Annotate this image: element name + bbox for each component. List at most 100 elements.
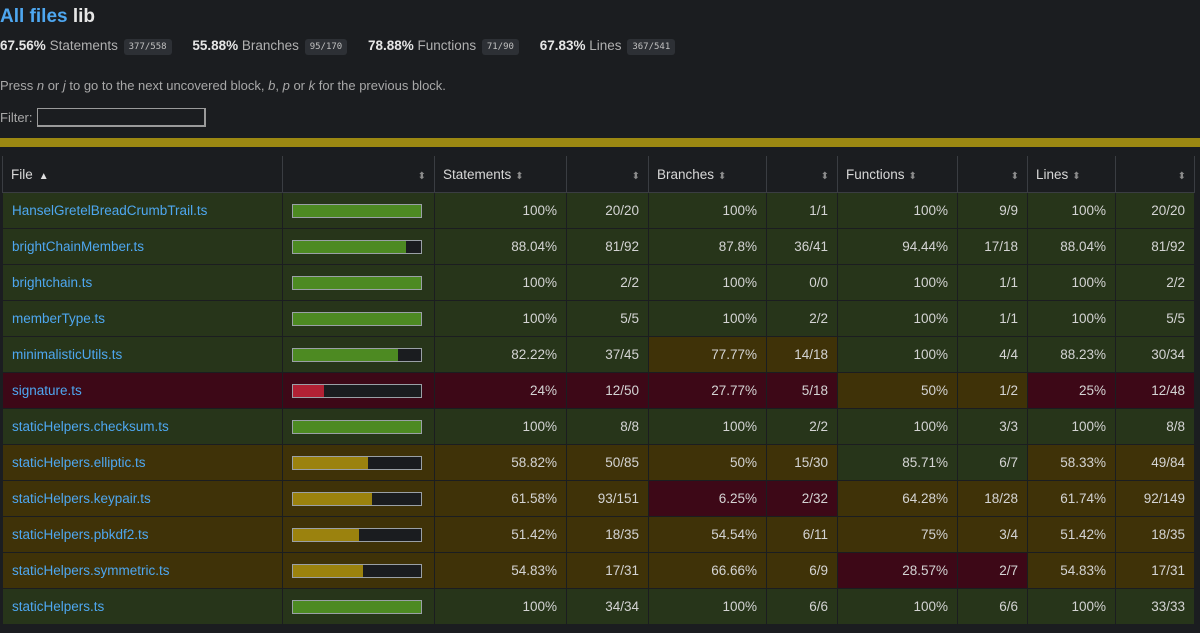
file-cell: signature.ts	[2, 372, 283, 409]
coverage-bar	[292, 599, 422, 614]
functions-fraction: 4/4	[957, 336, 1028, 373]
summary-functions-pct: 78.88%	[367, 38, 414, 53]
file-link[interactable]: signature.ts	[12, 383, 82, 398]
sort-icon: ⬍	[820, 170, 829, 182]
keyboard-hint: Press n or j to go to the next uncovered…	[0, 78, 446, 93]
summary-functions: 78.88% Functions 71/90	[368, 38, 519, 55]
header-functions[interactable]: Functions ⬍	[837, 156, 958, 193]
coverage-bar	[292, 527, 422, 542]
coverage-bar-fill	[293, 384, 324, 397]
lines-fraction: 8/8	[1115, 408, 1195, 445]
branches-pct: 6.25%	[648, 480, 767, 517]
sort-icon: ⬍	[1072, 170, 1081, 182]
summary-branches-fraction: 95/170	[304, 39, 348, 55]
file-link[interactable]: staticHelpers.checksum.ts	[12, 419, 169, 434]
functions-pct: 75%	[837, 516, 958, 553]
table-row: staticHelpers.elliptic.ts 58.82% 50/85 50% 1…	[2, 444, 1195, 481]
statements-pct: 88.04%	[434, 228, 567, 265]
branches-fraction: 0/0	[766, 264, 838, 301]
functions-pct: 100%	[837, 192, 958, 229]
file-cell: staticHelpers.elliptic.ts	[2, 444, 283, 481]
summary-functions-label: Functions	[417, 38, 477, 53]
lines-fraction: 5/5	[1115, 300, 1195, 337]
file-cell: staticHelpers.keypair.ts	[2, 480, 283, 517]
header-lines[interactable]: Lines ⬍	[1027, 156, 1116, 193]
file-link[interactable]: staticHelpers.keypair.ts	[12, 491, 151, 506]
summary-statements-fraction: 377/558	[123, 39, 172, 55]
branches-pct: 100%	[648, 408, 767, 445]
lines-fraction: 49/84	[1115, 444, 1195, 481]
page-title: All files lib	[0, 6, 95, 28]
statements-fraction: 2/2	[566, 264, 649, 301]
file-cell: staticHelpers.ts	[2, 588, 283, 625]
branches-pct: 27.77%	[648, 372, 767, 409]
table-row: brightchain.ts 100% 2/2 100% 0/0 100% 1/1 100% 2…	[2, 264, 1195, 301]
coverage-bar-fill	[293, 528, 359, 541]
breadcrumb-all-files-link[interactable]: All files	[0, 6, 68, 27]
header-statements-count[interactable]: ⬍	[566, 156, 649, 193]
file-link[interactable]: staticHelpers.ts	[12, 599, 104, 614]
header-branches-count[interactable]: ⬍	[766, 156, 838, 193]
branches-fraction: 6/6	[766, 588, 838, 625]
statements-fraction: 17/31	[566, 552, 649, 589]
coverage-bar-cell	[282, 336, 435, 373]
sort-icon: ⬍	[631, 170, 640, 182]
branches-pct: 100%	[648, 588, 767, 625]
lines-pct: 100%	[1027, 192, 1116, 229]
coverage-bar	[292, 239, 422, 254]
header-statements[interactable]: Statements ⬍	[434, 156, 567, 193]
lines-pct: 100%	[1027, 408, 1116, 445]
statements-fraction: 5/5	[566, 300, 649, 337]
summary-lines-fraction: 367/541	[627, 39, 676, 55]
file-link[interactable]: staticHelpers.elliptic.ts	[12, 455, 146, 470]
header-functions-count[interactable]: ⬍	[957, 156, 1028, 193]
branches-fraction: 2/32	[766, 480, 838, 517]
table-row: signature.ts 24% 12/50 27.77% 5/18 50% 1/2 25% 1…	[2, 372, 1195, 409]
header-lines-count[interactable]: ⬍	[1115, 156, 1195, 193]
coverage-bar-cell	[282, 264, 435, 301]
lines-pct: 51.42%	[1027, 516, 1116, 553]
summary-lines-label: Lines	[589, 38, 622, 53]
branches-pct: 77.77%	[648, 336, 767, 373]
branches-pct: 100%	[648, 264, 767, 301]
file-link[interactable]: brightChainMember.ts	[12, 239, 144, 254]
file-link[interactable]: staticHelpers.pbkdf2.ts	[12, 527, 149, 542]
table-row: brightChainMember.ts 88.04% 81/92 87.8% 36/4…	[2, 228, 1195, 265]
table-row: HanselGretelBreadCrumbTrail.ts 100% 20/20 1…	[2, 192, 1195, 229]
lines-pct: 58.33%	[1027, 444, 1116, 481]
functions-pct: 50%	[837, 372, 958, 409]
file-link[interactable]: minimalisticUtils.ts	[12, 347, 122, 362]
report-header: All files lib 67.56% Statements 377/558 …	[0, 0, 1200, 138]
header-branches[interactable]: Branches ⬍	[648, 156, 767, 193]
coverage-bar-fill	[293, 348, 399, 361]
branches-fraction: 1/1	[766, 192, 838, 229]
table-row: staticHelpers.keypair.ts 61.58% 93/151 6.25…	[2, 480, 1195, 517]
file-link[interactable]: memberType.ts	[12, 311, 105, 326]
coverage-bar-cell	[282, 192, 435, 229]
functions-fraction: 9/9	[957, 192, 1028, 229]
summary-statements-pct: 67.56%	[0, 38, 46, 53]
coverage-bar-fill	[293, 600, 421, 613]
file-link[interactable]: HanselGretelBreadCrumbTrail.ts	[12, 203, 207, 218]
branches-pct: 100%	[648, 300, 767, 337]
header-coverage-bar[interactable]: ⬍	[282, 156, 435, 193]
branches-pct: 54.54%	[648, 516, 767, 553]
lines-pct: 61.74%	[1027, 480, 1116, 517]
header-file[interactable]: File ▲	[2, 156, 283, 193]
file-cell: minimalisticUtils.ts	[2, 336, 283, 373]
lines-pct: 100%	[1027, 588, 1116, 625]
lines-fraction: 12/48	[1115, 372, 1195, 409]
functions-fraction: 6/7	[957, 444, 1028, 481]
summary-statements-label: Statements	[49, 38, 118, 53]
file-link[interactable]: staticHelpers.symmetric.ts	[12, 563, 170, 578]
coverage-bar-cell	[282, 444, 435, 481]
file-link[interactable]: brightchain.ts	[12, 275, 92, 290]
functions-pct: 100%	[837, 264, 958, 301]
branches-pct: 87.8%	[648, 228, 767, 265]
summary-lines-pct: 67.83%	[539, 38, 586, 53]
filter-input[interactable]	[37, 108, 206, 127]
branches-fraction: 14/18	[766, 336, 838, 373]
coverage-bar	[292, 311, 422, 326]
coverage-bar	[292, 347, 422, 362]
coverage-bar-fill	[293, 564, 364, 577]
